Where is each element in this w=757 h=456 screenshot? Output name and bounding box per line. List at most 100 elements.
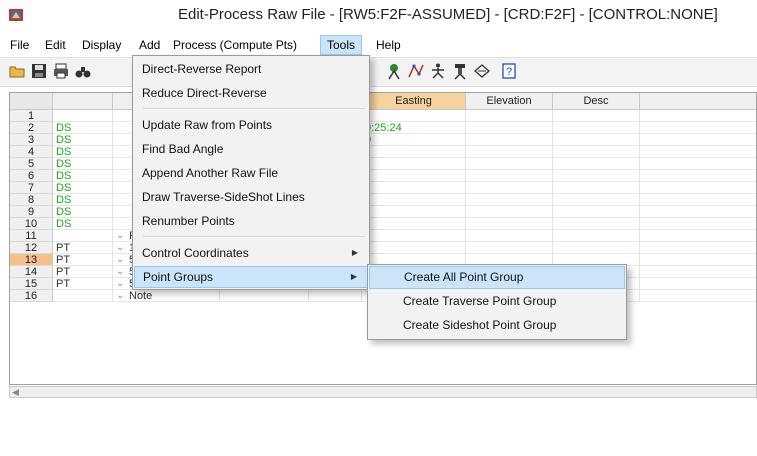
grid-cell-fill[interactable] xyxy=(640,254,756,266)
row-header[interactable]: 9 xyxy=(10,206,53,218)
grid-cell-elev[interactable] xyxy=(466,134,553,146)
menu-item-create-all-point-group[interactable]: Create All Point Group xyxy=(369,266,625,289)
diamond-icon[interactable] xyxy=(473,62,491,80)
grid-cell-fill[interactable] xyxy=(640,146,756,158)
grid-cell-fill[interactable] xyxy=(640,266,756,278)
menu-process[interactable]: Process (Compute Pts) xyxy=(167,35,303,55)
grid-cell-elev[interactable] xyxy=(466,230,553,242)
grid-cell-desc[interactable] xyxy=(553,194,640,206)
grid-cell-fill[interactable] xyxy=(640,110,756,122)
grid-cell-fill[interactable] xyxy=(640,278,756,290)
dropdown-chevron-icon[interactable]: ⌄ xyxy=(116,290,124,301)
grid-cell-elev[interactable] xyxy=(466,158,553,170)
row-header[interactable]: 12 xyxy=(10,242,53,254)
menu-item-append-another-raw-file[interactable]: Append Another Raw File xyxy=(134,162,368,184)
grid-cell-type[interactable]: PT xyxy=(53,254,113,266)
grid-cell-elev[interactable] xyxy=(466,110,553,122)
grid-cell-elev[interactable] xyxy=(466,206,553,218)
grid-cell-type[interactable]: DS xyxy=(53,146,113,158)
save-icon[interactable] xyxy=(30,62,48,80)
grid-cell-easting[interactable] xyxy=(362,230,466,242)
traverse-icon[interactable] xyxy=(407,62,425,80)
grid-cell-fill[interactable] xyxy=(640,242,756,254)
grid-cell-easting[interactable]: 9:25:24 xyxy=(362,122,466,134)
grid-cell-fill[interactable] xyxy=(640,158,756,170)
grid-cell-type[interactable]: DS xyxy=(53,194,113,206)
grid-cell-c2[interactable] xyxy=(220,290,309,302)
grid-cell-easting[interactable] xyxy=(362,146,466,158)
grid-cell-elev[interactable] xyxy=(466,146,553,158)
grid-cell-type[interactable]: DS xyxy=(53,182,113,194)
grid-cell-easting[interactable] xyxy=(362,110,466,122)
grid-cell-easting[interactable] xyxy=(362,158,466,170)
help-icon[interactable]: ? xyxy=(500,62,518,80)
grid-cell-c1[interactable]: ⌄ Note xyxy=(113,290,220,302)
menu-item-create-sideshot-point-group[interactable]: Create Sideshot Point Group xyxy=(369,314,625,337)
col-header-desc[interactable]: Desc xyxy=(553,93,640,110)
menu-item-find-bad-angle[interactable]: Find Bad Angle xyxy=(134,138,368,160)
grid-cell-type[interactable] xyxy=(53,110,113,122)
scroll-left-arrow-icon[interactable]: ◀ xyxy=(12,387,19,397)
row-header[interactable]: 3 xyxy=(10,134,53,146)
grid-cell-type[interactable]: PT xyxy=(53,278,113,290)
menu-tools[interactable]: Tools xyxy=(320,35,363,55)
grid-cell-elev[interactable] xyxy=(466,182,553,194)
grid-cell-elev[interactable] xyxy=(466,122,553,134)
row-header[interactable]: 13 xyxy=(10,254,53,266)
grid-cell-fill[interactable] xyxy=(640,230,756,242)
horizontal-scrollbar[interactable]: ◀ xyxy=(9,386,757,398)
binoculars-icon[interactable] xyxy=(74,62,92,80)
dropdown-chevron-icon[interactable]: ⌄ xyxy=(116,266,124,277)
grid-cell-easting[interactable] xyxy=(362,242,466,254)
row-header[interactable]: 10 xyxy=(10,218,53,230)
grid-cell-easting[interactable]: 0 xyxy=(362,134,466,146)
grid-cell-type[interactable]: DS xyxy=(53,170,113,182)
grid-cell-desc[interactable] xyxy=(553,122,640,134)
grid-cell-fill[interactable] xyxy=(640,218,756,230)
menu-item-reduce-direct-reverse[interactable]: Reduce Direct-Reverse xyxy=(134,82,368,104)
row-header[interactable]: 8 xyxy=(10,194,53,206)
menu-add[interactable]: Add xyxy=(133,35,166,55)
grid-cell-type[interactable]: DS xyxy=(53,218,113,230)
row-header[interactable]: 16 xyxy=(10,290,53,302)
grid-cell-fill[interactable] xyxy=(640,194,756,206)
col-header-easting[interactable]: Easting xyxy=(362,93,466,110)
grid-cell-fill[interactable] xyxy=(640,122,756,134)
grid-cell-c3[interactable] xyxy=(309,290,362,302)
menu-item-point-groups[interactable]: Point Groups ▶ xyxy=(134,266,368,288)
grid-cell-type[interactable]: PT xyxy=(53,242,113,254)
col-header-elevation[interactable]: Elevation xyxy=(466,93,553,110)
grid-cell-type[interactable] xyxy=(53,230,113,242)
instrument-icon[interactable] xyxy=(451,62,469,80)
dropdown-chevron-icon[interactable]: ⌄ xyxy=(116,254,124,265)
grid-cell-easting[interactable] xyxy=(362,206,466,218)
grid-cell-elev[interactable] xyxy=(466,194,553,206)
open-folder-icon[interactable] xyxy=(8,62,26,80)
grid-cell-elev[interactable] xyxy=(466,242,553,254)
grid-cell-fill[interactable] xyxy=(640,206,756,218)
menu-item-control-coordinates[interactable]: Control Coordinates ▶ xyxy=(134,242,368,264)
grid-cell-desc[interactable] xyxy=(553,158,640,170)
grid-cell-desc[interactable] xyxy=(553,242,640,254)
grid-cell-elev[interactable] xyxy=(466,170,553,182)
dropdown-chevron-icon[interactable]: ⌄ xyxy=(116,242,124,253)
row-header[interactable]: 1 xyxy=(10,110,53,122)
menu-help[interactable]: Help xyxy=(370,35,407,55)
figure-icon[interactable] xyxy=(429,62,447,80)
grid-cell-fill[interactable] xyxy=(640,290,756,302)
raw-data-grid[interactable]: Easting Elevation Desc 12DS9:25:243DS04D… xyxy=(9,92,757,385)
grid-cell-fill[interactable] xyxy=(640,170,756,182)
dropdown-chevron-icon[interactable]: ⌄ xyxy=(116,230,124,241)
menu-file[interactable]: File xyxy=(4,35,35,55)
grid-cell-easting[interactable] xyxy=(362,170,466,182)
menu-edit[interactable]: Edit xyxy=(39,35,72,55)
grid-cell-desc[interactable] xyxy=(553,170,640,182)
grid-cell-easting[interactable] xyxy=(362,182,466,194)
row-header[interactable]: 7 xyxy=(10,182,53,194)
menu-item-draw-traverse-sideshot-lines[interactable]: Draw Traverse-SideShot Lines xyxy=(134,186,368,208)
grid-cell-desc[interactable] xyxy=(553,134,640,146)
grid-corner[interactable] xyxy=(10,93,53,110)
row-header[interactable]: 15 xyxy=(10,278,53,290)
grid-cell-elev[interactable] xyxy=(466,218,553,230)
menu-item-update-raw-from-points[interactable]: Update Raw from Points xyxy=(134,114,368,136)
